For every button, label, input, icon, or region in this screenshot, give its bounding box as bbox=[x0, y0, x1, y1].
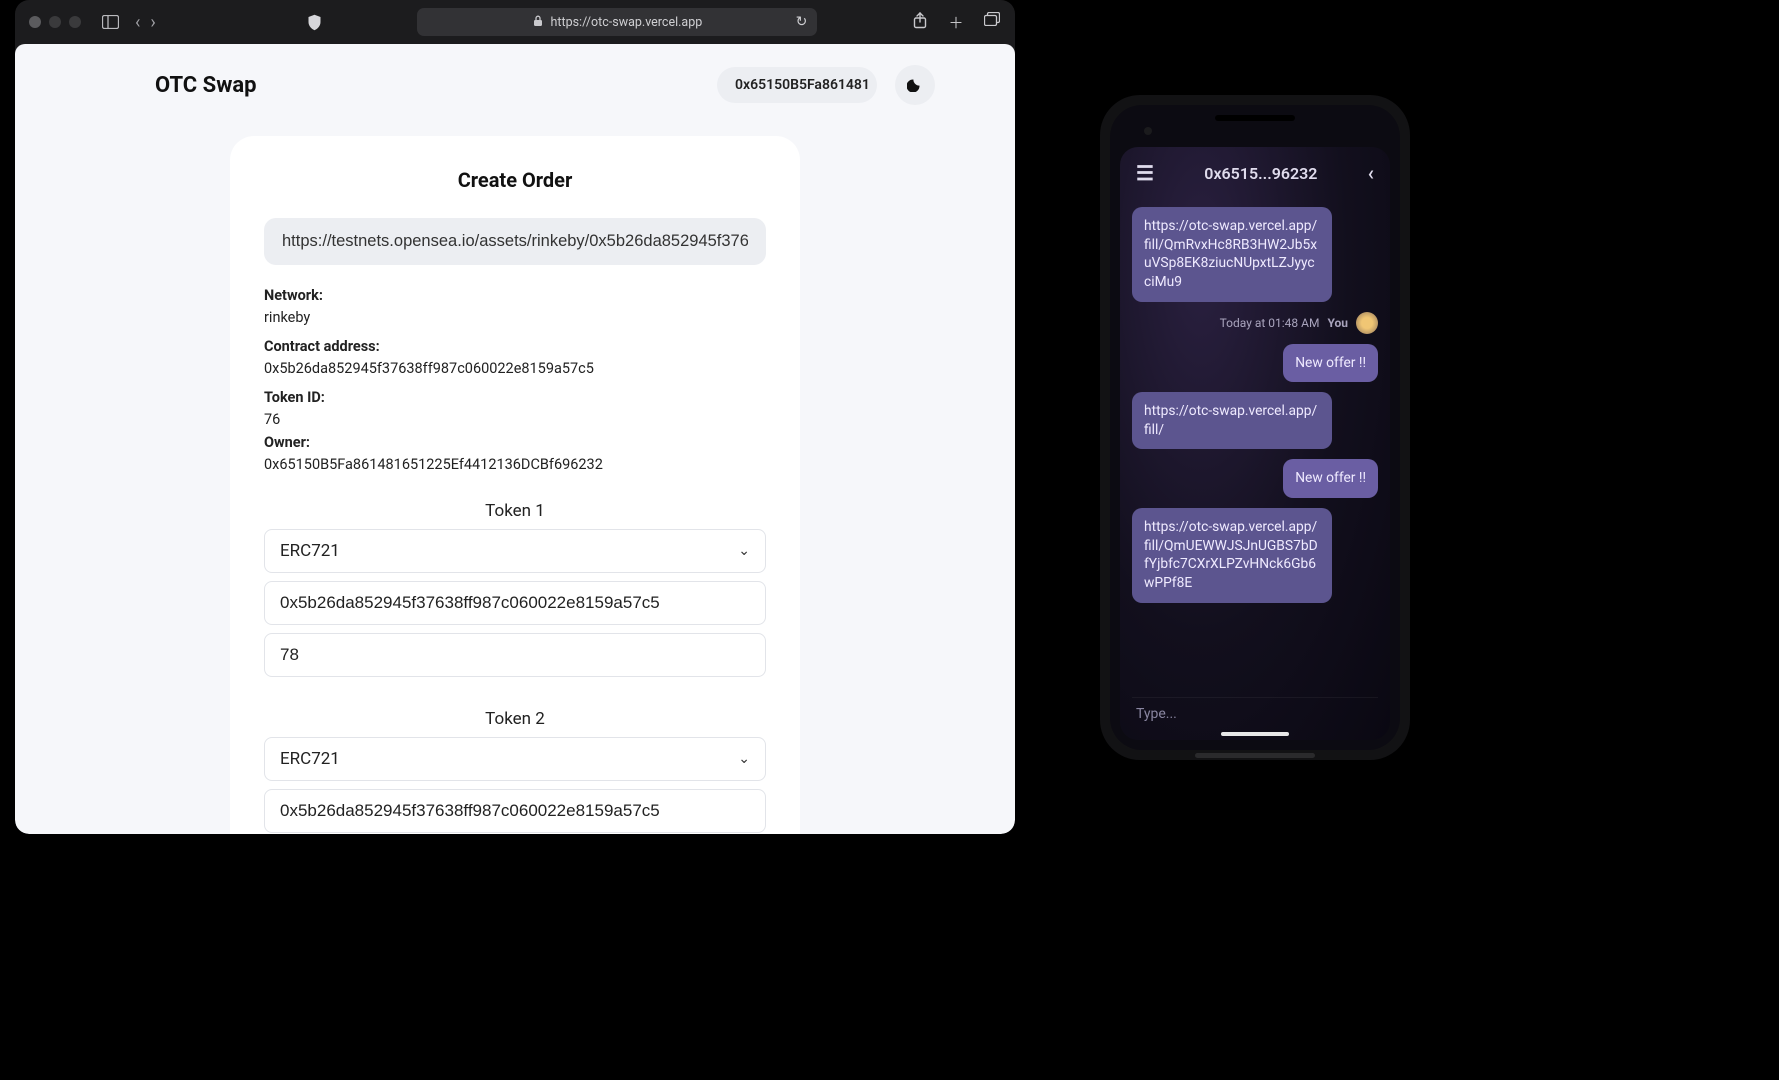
chat-input[interactable]: Type... bbox=[1132, 697, 1378, 730]
contract-label: Contract address: bbox=[264, 338, 380, 355]
token2-type-select[interactable]: ERC721 ⌄ bbox=[264, 737, 766, 781]
phone-speaker bbox=[1215, 115, 1295, 121]
chat-app: ☰ 0x6515...96232 ‹ https://otc-swap.verc… bbox=[1120, 147, 1390, 740]
owner-label: Owner: bbox=[264, 434, 310, 451]
zoom-window-dot[interactable] bbox=[69, 16, 81, 28]
share-icon[interactable] bbox=[911, 12, 929, 33]
chat-body[interactable]: https://otc-swap.vercel.app/fill/QmRvxHc… bbox=[1120, 199, 1390, 691]
phone-camera bbox=[1144, 127, 1152, 135]
phone-screen: ☰ 0x6515...96232 ‹ https://otc-swap.verc… bbox=[1110, 105, 1400, 750]
token1-id-input[interactable] bbox=[264, 633, 766, 677]
back-button[interactable]: ‹ bbox=[135, 12, 140, 33]
create-order-card: Create Order Network: rinkeby Contract a… bbox=[230, 136, 800, 834]
browser-titlebar: ‹ › https://otc-swap.vercel.app ↻ ＋ bbox=[15, 0, 1015, 44]
chat-timestamp: Today at 01:48 AM bbox=[1220, 316, 1320, 330]
token2-label: Token 2 bbox=[264, 709, 766, 729]
sidebar-toggle-icon[interactable] bbox=[101, 15, 119, 29]
address-bar[interactable]: https://otc-swap.vercel.app ↻ bbox=[417, 8, 817, 36]
reload-icon[interactable]: ↻ bbox=[796, 14, 808, 30]
browser-window: ‹ › https://otc-swap.vercel.app ↻ ＋ bbox=[15, 0, 1015, 834]
card-heading: Create Order bbox=[264, 168, 766, 192]
network-value: rinkeby bbox=[264, 307, 766, 329]
contract-value: 0x5b26da852945f37638ff987c060022e8159a57… bbox=[264, 358, 766, 380]
chat-message[interactable]: New offer !! bbox=[1283, 344, 1378, 383]
app-header: OTC Swap 0x65150B5Fa861481 bbox=[15, 64, 1015, 106]
traffic-lights bbox=[29, 16, 81, 28]
lock-icon bbox=[533, 15, 543, 30]
token1-type-select[interactable]: ERC721 ⌄ bbox=[264, 529, 766, 573]
minimize-window-dot[interactable] bbox=[49, 16, 61, 28]
token1-type-value: ERC721 bbox=[280, 541, 340, 561]
token1-label: Token 1 bbox=[264, 501, 766, 521]
forward-button[interactable]: › bbox=[150, 12, 155, 33]
owner-value: 0x65150B5Fa861481651225Ef4412136DCBf6962… bbox=[264, 454, 766, 476]
address-bar-url: https://otc-swap.vercel.app bbox=[551, 15, 703, 30]
asset-details: Network: rinkeby Contract address: 0x5b2… bbox=[264, 285, 766, 477]
token1-address-input[interactable] bbox=[264, 581, 766, 625]
close-window-dot[interactable] bbox=[29, 16, 41, 28]
app-viewport: OTC Swap 0x65150B5Fa861481 Create Order … bbox=[15, 44, 1015, 834]
avatar bbox=[1356, 312, 1378, 334]
chat-message[interactable]: https://otc-swap.vercel.app/fill/ bbox=[1132, 392, 1332, 449]
chat-message[interactable]: https://otc-swap.vercel.app/fill/QmRvxHc… bbox=[1132, 207, 1332, 302]
token-id-label: Token ID: bbox=[264, 389, 325, 406]
asset-url-input[interactable] bbox=[264, 218, 766, 265]
chevron-down-icon: ⌄ bbox=[738, 543, 750, 559]
nav-arrows: ‹ › bbox=[135, 12, 156, 33]
chat-title: 0x6515...96232 bbox=[1154, 164, 1368, 183]
chat-header: ☰ 0x6515...96232 ‹ bbox=[1120, 147, 1390, 199]
chat-message[interactable]: https://otc-swap.vercel.app/fill/QmUEWWJ… bbox=[1132, 508, 1332, 603]
token2-address-input[interactable] bbox=[264, 789, 766, 833]
token2-type-value: ERC721 bbox=[280, 749, 340, 769]
new-tab-icon[interactable]: ＋ bbox=[947, 12, 965, 33]
phone-frame: ☰ 0x6515...96232 ‹ https://otc-swap.verc… bbox=[1100, 95, 1410, 760]
chevron-down-icon: ⌄ bbox=[738, 751, 750, 767]
shield-icon[interactable] bbox=[306, 14, 324, 31]
wallet-address-pill[interactable]: 0x65150B5Fa861481 bbox=[717, 67, 877, 103]
menu-icon[interactable]: ☰ bbox=[1136, 161, 1154, 185]
chat-sender-you: You bbox=[1327, 316, 1348, 330]
token1-section: Token 1 ERC721 ⌄ bbox=[264, 501, 766, 685]
back-icon[interactable]: ‹ bbox=[1368, 161, 1374, 185]
app-title: OTC Swap bbox=[155, 73, 257, 98]
network-label: Network: bbox=[264, 287, 323, 304]
tabs-overview-icon[interactable] bbox=[983, 12, 1001, 33]
phone-nav-bar bbox=[1195, 753, 1315, 758]
home-indicator[interactable] bbox=[1221, 732, 1289, 736]
chat-message[interactable]: New offer !! bbox=[1283, 459, 1378, 498]
moon-icon bbox=[907, 75, 924, 96]
theme-toggle[interactable] bbox=[895, 65, 935, 105]
token2-section: Token 2 ERC721 ⌄ bbox=[264, 709, 766, 834]
chat-meta: Today at 01:48 AM You bbox=[1220, 312, 1378, 334]
token-id-value: 76 bbox=[264, 409, 766, 431]
